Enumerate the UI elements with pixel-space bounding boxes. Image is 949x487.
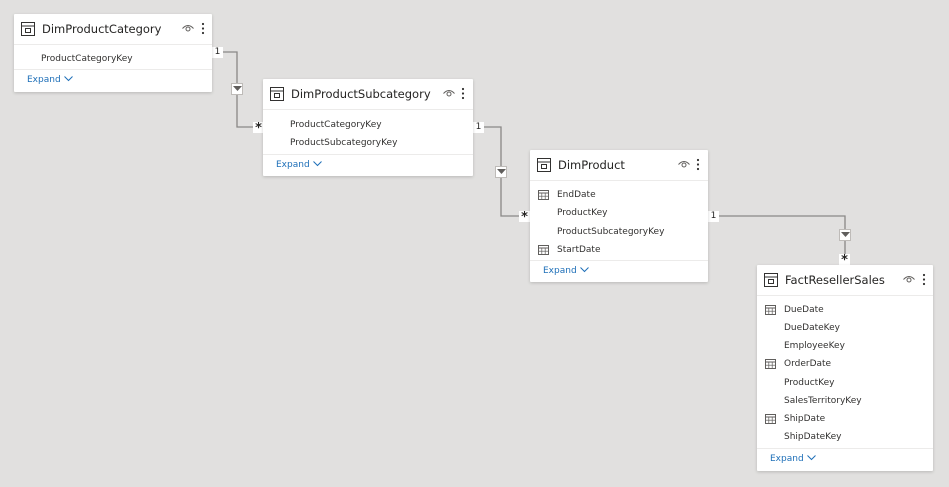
expand-button[interactable]: Expand <box>770 454 816 464</box>
field-name: EmployeeKey <box>784 341 845 351</box>
field-row[interactable]: ProductCategoryKey <box>263 117 473 135</box>
more-options-icon[interactable] <box>696 158 700 171</box>
cardinality-many-label: * <box>839 254 850 267</box>
calendar-icon <box>765 414 776 424</box>
chevron-down-icon <box>312 161 322 167</box>
table-card-header[interactable]: FactResellerSales <box>757 265 933 296</box>
field-name: ProductKey <box>557 208 608 218</box>
eye-icon[interactable] <box>903 275 915 284</box>
calendar-icon <box>538 245 549 255</box>
calendar-icon <box>765 305 776 315</box>
field-row[interactable]: OrderDate <box>757 356 933 374</box>
expand-button[interactable]: Expand <box>276 160 322 170</box>
calendar-icon <box>765 359 776 369</box>
cardinality-one-label: 1 <box>473 122 484 133</box>
field-name: ProductCategoryKey <box>41 54 133 64</box>
chevron-down-icon <box>806 455 816 461</box>
table-card-footer: Expand <box>263 154 473 177</box>
field-name: ProductSubcategoryKey <box>557 227 665 237</box>
field-name: DueDateKey <box>784 323 840 333</box>
table-card-header[interactable]: DimProductSubcategory <box>263 79 473 110</box>
field-name: StartDate <box>557 245 601 255</box>
table-card-footer: Expand <box>14 69 212 92</box>
table-icon <box>270 87 284 101</box>
field-row[interactable]: SalesTerritoryKey <box>757 393 933 411</box>
field-name: ProductKey <box>784 378 835 388</box>
table-title: DimProductSubcategory <box>291 87 431 101</box>
table-card-dimproductcategory[interactable]: DimProductCategory ProductCategoryKey Ex… <box>14 14 212 92</box>
more-options-icon[interactable] <box>922 273 926 286</box>
field-row[interactable]: DueDate <box>757 302 933 320</box>
relationship-line-product-sales <box>708 215 846 265</box>
field-name: EndDate <box>557 190 596 200</box>
field-row[interactable]: EndDate <box>530 187 708 205</box>
field-row[interactable]: ProductKey <box>530 205 708 223</box>
table-card-footer: Expand <box>530 260 708 283</box>
field-name: OrderDate <box>784 359 832 369</box>
expand-button[interactable]: Expand <box>543 266 589 276</box>
table-icon <box>764 273 778 287</box>
chevron-down-icon <box>63 76 73 82</box>
field-row[interactable]: EmployeeKey <box>757 338 933 356</box>
table-card-dimproduct[interactable]: DimProduct EndDate ProductKey ProductSub… <box>530 150 708 282</box>
table-icon <box>537 158 551 172</box>
field-row[interactable]: ProductKey <box>757 375 933 393</box>
table-title: DimProductCategory <box>42 22 162 36</box>
field-row[interactable]: ProductSubcategoryKey <box>263 135 473 153</box>
field-row[interactable]: StartDate <box>530 242 708 260</box>
field-row[interactable]: ProductCategoryKey <box>14 51 212 69</box>
table-card-header[interactable]: DimProduct <box>530 150 708 181</box>
table-card-footer: Expand <box>757 448 933 471</box>
eye-icon[interactable] <box>182 24 194 33</box>
table-title: FactResellerSales <box>785 273 885 287</box>
model-canvas[interactable]: 1 * 1 * 1 * DimProductCategory ProductCa… <box>0 0 949 487</box>
field-name: SalesTerritoryKey <box>784 396 862 406</box>
eye-icon[interactable] <box>678 160 690 169</box>
table-icon <box>21 22 35 36</box>
table-card-factresellersales[interactable]: FactResellerSales DueDate DueDateKey Emp… <box>757 265 933 471</box>
cross-filter-direction-icon[interactable] <box>231 83 243 95</box>
cardinality-many-label: * <box>519 211 530 224</box>
field-row[interactable]: ProductSubcategoryKey <box>530 224 708 242</box>
cross-filter-direction-icon[interactable] <box>839 229 851 241</box>
field-row[interactable]: ShipDateKey <box>757 429 933 447</box>
calendar-icon <box>538 190 549 200</box>
cross-filter-direction-icon[interactable] <box>495 166 507 178</box>
field-name: ProductSubcategoryKey <box>290 138 398 148</box>
cardinality-one-label: 1 <box>212 47 223 58</box>
field-row[interactable]: ShipDate <box>757 411 933 429</box>
field-name: ProductCategoryKey <box>290 120 382 130</box>
table-title: DimProduct <box>558 158 625 172</box>
chevron-down-icon <box>579 267 589 273</box>
cardinality-one-label: 1 <box>708 211 719 222</box>
field-name: ShipDateKey <box>784 432 842 442</box>
table-card-dimproductsubcategory[interactable]: DimProductSubcategory ProductCategoryKey… <box>263 79 473 176</box>
more-options-icon[interactable] <box>201 22 205 35</box>
eye-icon[interactable] <box>443 89 455 98</box>
expand-button[interactable]: Expand <box>27 75 73 85</box>
more-options-icon[interactable] <box>461 87 465 100</box>
field-row[interactable]: DueDateKey <box>757 320 933 338</box>
table-card-header[interactable]: DimProductCategory <box>14 14 212 45</box>
field-name: ShipDate <box>784 414 826 424</box>
field-name: DueDate <box>784 305 824 315</box>
